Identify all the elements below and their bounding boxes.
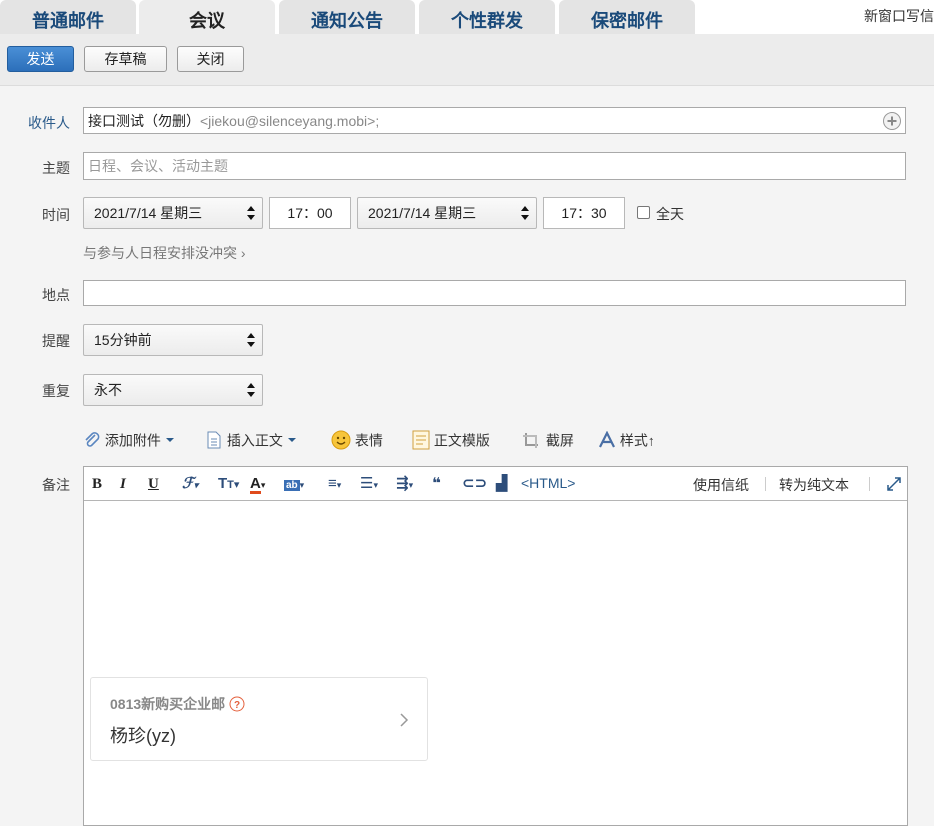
save-draft-button[interactable]: 存草稿 bbox=[84, 46, 167, 72]
recipient-name: 接口测试（勿删） bbox=[88, 113, 200, 129]
toolbar-divider bbox=[765, 477, 766, 491]
location-label: 地点 bbox=[42, 287, 70, 303]
end-date-value: 2021/7/14 星期三 bbox=[368, 205, 477, 221]
add-recipient-icon[interactable] bbox=[882, 111, 902, 131]
start-time-input[interactable]: 17：00 bbox=[269, 197, 351, 229]
template-button[interactable]: 正文模版 bbox=[412, 428, 490, 450]
template-icon bbox=[412, 430, 430, 450]
quote-icon[interactable]: ❝ bbox=[432, 473, 441, 495]
add-attachment-button[interactable]: 添加附件 bbox=[83, 428, 175, 450]
repeat-label: 重复 bbox=[42, 383, 70, 399]
signature-card-name: 杨珍(yz) bbox=[110, 726, 176, 746]
align-icon[interactable]: ≡▾ bbox=[328, 473, 341, 495]
emoji-label: 表情 bbox=[354, 432, 383, 449]
recipient-address: <jiekou@silenceyang.mobi>; bbox=[200, 113, 380, 129]
svg-text:?: ? bbox=[234, 700, 240, 711]
template-label: 正文模版 bbox=[433, 432, 490, 449]
smiley-icon bbox=[331, 430, 351, 450]
insert-body-button[interactable]: 插入正文 bbox=[205, 428, 297, 450]
highlight-icon[interactable]: ab ▾ bbox=[284, 473, 304, 495]
remind-value: 15分钟前 bbox=[94, 332, 152, 348]
all-day-checkbox[interactable] bbox=[637, 206, 650, 219]
repeat-select[interactable]: 永不 bbox=[83, 374, 263, 406]
screenshot-label: 截屏 bbox=[545, 432, 574, 449]
tab-group-send[interactable]: 个性群发 bbox=[419, 0, 555, 34]
add-attachment-label: 添加附件 bbox=[104, 432, 161, 449]
end-date-select[interactable]: 2021/7/14 星期三 bbox=[357, 197, 537, 229]
tab-bar: 普通邮件 会议 通知公告 个性群发 保密邮件 新窗口写信 bbox=[0, 0, 934, 34]
indent-icon[interactable]: ⇶▾ bbox=[396, 473, 413, 495]
subject-label: 主题 bbox=[42, 160, 70, 176]
compose-toolbar: 发送 存草稿 关闭 bbox=[0, 34, 934, 86]
time-label: 时间 bbox=[42, 207, 70, 223]
dropdown-caret-icon bbox=[165, 438, 174, 443]
start-date-value: 2021/7/14 星期三 bbox=[94, 205, 203, 221]
insert-body-label: 插入正文 bbox=[226, 432, 283, 449]
tab-label: 保密邮件 bbox=[591, 11, 663, 31]
all-day-label: 全天 bbox=[656, 206, 684, 222]
send-button[interactable]: 发送 bbox=[7, 46, 74, 72]
dropdown-caret-icon bbox=[287, 438, 296, 443]
screenshot-button[interactable]: 截屏 bbox=[522, 428, 574, 450]
start-date-select[interactable]: 2021/7/14 星期三 bbox=[83, 197, 263, 229]
subject-placeholder: 日程、会议、活动主题 bbox=[88, 158, 228, 174]
select-arrows-icon bbox=[247, 206, 255, 220]
notes-editor[interactable]: B I U ℱ▾ TT▾ A▾ ab ▾ ≡▾ ☰▾ ⇶▾ ❝ ⊂⊃ ▟ <HTM… bbox=[83, 466, 908, 826]
end-time-input[interactable]: 17：30 bbox=[543, 197, 625, 229]
select-arrows-icon bbox=[521, 206, 529, 220]
remind-select[interactable]: 15分钟前 bbox=[83, 324, 263, 356]
underline-icon[interactable]: U bbox=[148, 473, 159, 495]
tab-normal-mail[interactable]: 普通邮件 bbox=[0, 0, 136, 34]
recipients-label: 收件人 bbox=[28, 115, 70, 131]
remind-label: 提醒 bbox=[42, 333, 70, 349]
style-button[interactable]: 样式↑ bbox=[598, 428, 655, 450]
chevron-right-icon bbox=[400, 713, 409, 727]
expand-icon[interactable] bbox=[886, 476, 902, 492]
recipients-field[interactable]: 接口测试（勿删）<jiekou@silenceyang.mobi>; bbox=[83, 107, 906, 134]
italic-icon[interactable]: I bbox=[120, 473, 126, 495]
scissors-icon bbox=[523, 433, 538, 449]
use-stationery-link[interactable]: 使用信纸 bbox=[693, 475, 749, 495]
select-arrows-icon bbox=[247, 383, 255, 397]
link-icon[interactable]: ⊂⊃ bbox=[462, 473, 487, 495]
signature-card[interactable]: 0813新购买企业邮 ? 杨珍(yz) bbox=[90, 677, 428, 761]
toolbar-divider bbox=[869, 477, 870, 491]
emoji-button[interactable]: 表情 bbox=[331, 428, 383, 450]
repeat-value: 永不 bbox=[94, 382, 122, 398]
location-input[interactable] bbox=[83, 280, 906, 306]
font-size-icon[interactable]: TT▾ bbox=[218, 473, 239, 495]
style-label: 样式↑ bbox=[619, 432, 655, 449]
font-family-icon[interactable]: ℱ▾ bbox=[182, 473, 198, 495]
editor-toolbar: B I U ℱ▾ TT▾ A▾ ab ▾ ≡▾ ☰▾ ⇶▾ ❝ ⊂⊃ ▟ <HTM… bbox=[84, 467, 907, 501]
tab-label: 普通邮件 bbox=[32, 11, 104, 31]
notes-label: 备注 bbox=[42, 477, 70, 493]
font-a-icon bbox=[599, 430, 615, 448]
document-icon bbox=[207, 431, 221, 449]
font-color-icon[interactable]: A▾ bbox=[250, 473, 265, 495]
signature-card-title: 0813新购买企业邮 ? bbox=[110, 694, 245, 714]
plain-text-link[interactable]: 转为纯文本 bbox=[779, 475, 849, 495]
new-window-link[interactable]: 新窗口写信 bbox=[864, 6, 934, 26]
tab-meeting[interactable]: 会议 bbox=[139, 0, 275, 34]
tab-secure-mail[interactable]: 保密邮件 bbox=[559, 0, 695, 34]
bold-icon[interactable]: B bbox=[92, 473, 102, 495]
html-mode-button[interactable]: <HTML> bbox=[521, 475, 575, 491]
list-icon[interactable]: ☰▾ bbox=[360, 473, 378, 495]
format-brush-icon[interactable]: ▟ bbox=[496, 473, 508, 495]
tab-label: 个性群发 bbox=[451, 11, 523, 31]
paperclip-icon bbox=[85, 432, 100, 448]
tab-label: 通知公告 bbox=[311, 11, 383, 31]
tab-notice[interactable]: 通知公告 bbox=[279, 0, 415, 34]
help-icon[interactable]: ? bbox=[229, 696, 245, 712]
subject-input[interactable]: 日程、会议、活动主题 bbox=[83, 152, 906, 180]
signature-title-text: 0813新购买企业邮 bbox=[110, 696, 226, 712]
close-button[interactable]: 关闭 bbox=[177, 46, 244, 72]
tab-label: 会议 bbox=[189, 11, 225, 31]
select-arrows-icon bbox=[247, 333, 255, 347]
conflict-hint-link[interactable]: 与参与人日程安排没冲突 › bbox=[83, 243, 246, 263]
